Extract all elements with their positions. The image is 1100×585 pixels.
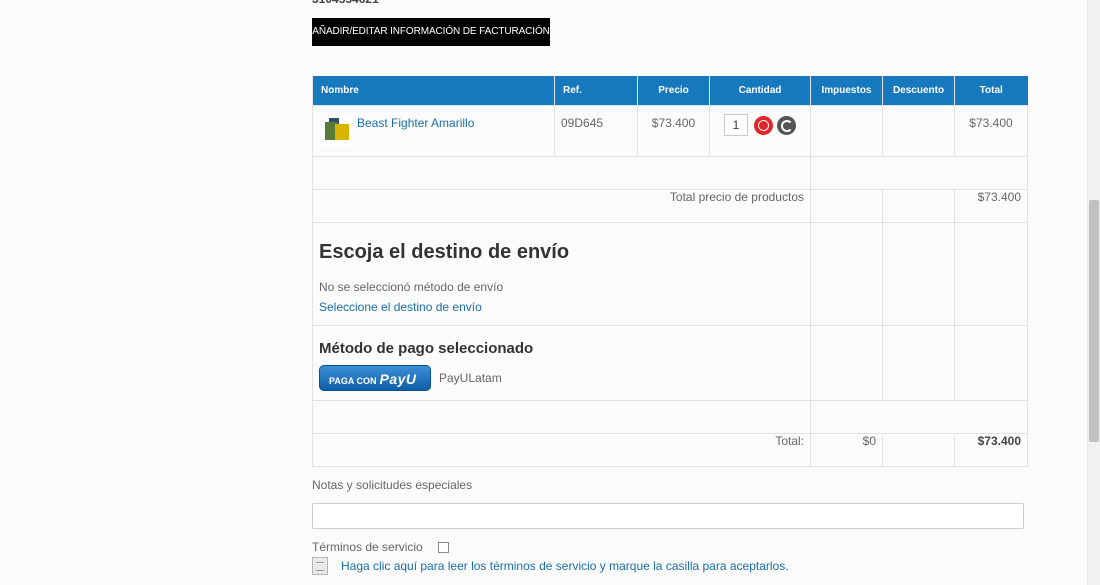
- total-tax: $0: [810, 433, 883, 467]
- total-label: Total:: [312, 433, 811, 467]
- subtotal-label: Total precio de productos: [312, 189, 811, 223]
- col-header-ref: Ref.: [554, 76, 638, 106]
- product-thumbnail[interactable]: [323, 116, 353, 146]
- subtotal-value: $73.400: [954, 189, 1028, 223]
- table-row: Beast Fighter Amarillo 09D645 $73.400 1 …: [312, 105, 1028, 157]
- product-total: $73.400: [969, 116, 1013, 130]
- payment-row: Método de pago seleccionado PAGA CON PayU…: [312, 325, 1028, 401]
- notes-textarea[interactable]: [312, 503, 1024, 529]
- product-ref-cell: 09D645: [554, 105, 638, 157]
- col-header-discount: Descuento: [882, 76, 955, 106]
- product-price-cell: $73.400: [637, 105, 710, 157]
- spacer-row: [312, 156, 1028, 190]
- col-header-name: Nombre: [312, 76, 555, 106]
- document-icon: [312, 557, 328, 575]
- delete-icon[interactable]: [754, 116, 773, 135]
- select-shipping-link[interactable]: Seleccione el destino de envío: [319, 300, 804, 314]
- payu-button[interactable]: PAGA CON PayU: [319, 365, 431, 391]
- col-header-tax: Impuestos: [810, 76, 883, 106]
- quantity-input[interactable]: 1: [724, 114, 748, 136]
- terms-link[interactable]: Haga clic aquí para leer los términos de…: [341, 559, 789, 573]
- scrollbar-thumb[interactable]: [1089, 200, 1099, 442]
- terms-label: Términos de servicio: [312, 540, 423, 554]
- product-tax-cell: [810, 105, 883, 157]
- product-quantity-cell: 1: [709, 105, 811, 157]
- refresh-icon[interactable]: [777, 116, 796, 135]
- product-price: $73.400: [651, 116, 696, 130]
- product-total-cell: $73.400: [954, 105, 1028, 157]
- col-header-price: Precio: [637, 76, 710, 106]
- payment-method-name: PayULatam: [439, 371, 502, 385]
- notes-label: Notas y solicitudes especiales: [312, 478, 473, 492]
- payu-logo: PayU: [379, 371, 417, 387]
- product-name-cell: Beast Fighter Amarillo: [312, 105, 555, 157]
- total-row: Total: $0 $73.400: [312, 433, 1028, 467]
- edit-billing-button[interactable]: AÑADIR/EDITAR INFORMACIÓN DE FACTURACIÓN: [312, 18, 550, 46]
- payment-cell: Método de pago seleccionado PAGA CON PayU…: [312, 325, 811, 401]
- payment-title: Método de pago seleccionado: [319, 340, 534, 357]
- cart-table: Nombre Ref. Precio Cantidad Impuestos De…: [312, 76, 1028, 467]
- shipping-cell: Escoja el destino de envío No se selecci…: [312, 222, 811, 326]
- shipping-row: Escoja el destino de envío No se selecci…: [312, 222, 1028, 326]
- col-header-total: Total: [954, 76, 1028, 106]
- payu-button-text: PAGA CON: [329, 376, 377, 386]
- spacer-row: [312, 400, 1028, 434]
- col-header-quantity: Cantidad: [709, 76, 811, 106]
- total-value: $73.400: [954, 433, 1028, 467]
- product-discount-cell: [882, 105, 955, 157]
- product-ref: 09D645: [561, 116, 604, 130]
- subtotal-row: Total precio de productos $73.400: [312, 189, 1028, 223]
- cart-header-row: Nombre Ref. Precio Cantidad Impuestos De…: [312, 76, 1028, 106]
- customer-phone: 3104554621: [312, 0, 379, 6]
- product-link[interactable]: Beast Fighter Amarillo: [357, 116, 474, 130]
- shipping-none-text: No se seleccionó método de envío: [319, 280, 504, 294]
- terms-checkbox[interactable]: [438, 542, 449, 553]
- shipping-title: Escoja el destino de envío: [319, 241, 570, 263]
